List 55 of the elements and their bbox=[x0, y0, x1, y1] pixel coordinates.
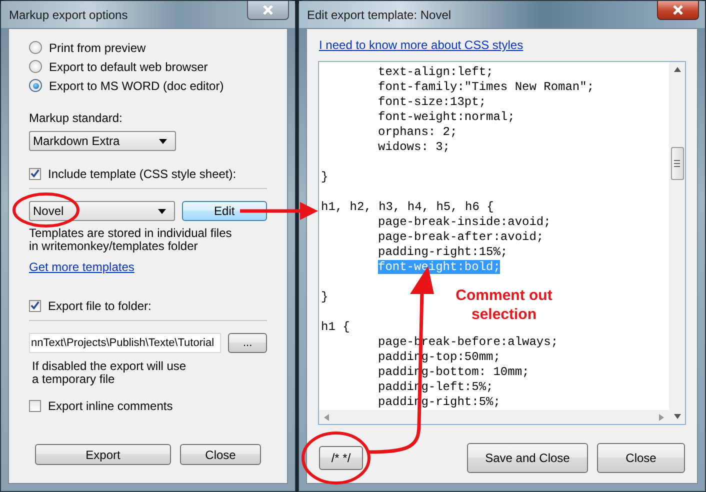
code-line: } bbox=[321, 290, 328, 304]
radio-label: Export to default web browser bbox=[49, 60, 208, 74]
code-line: h1 { bbox=[321, 320, 350, 334]
code-line: page-break-inside:avoid; bbox=[378, 215, 551, 229]
close-button[interactable] bbox=[657, 1, 699, 20]
checkbox[interactable] bbox=[29, 300, 41, 312]
radio-label: Export to MS WORD (doc editor) bbox=[49, 78, 224, 92]
markup-standard-dropdown[interactable]: Markdown Extra bbox=[29, 131, 176, 151]
caret-icon bbox=[159, 138, 167, 144]
code-line: orphans: 2; bbox=[378, 125, 458, 139]
code-line: font-weight:normal; bbox=[378, 110, 515, 124]
radio-button[interactable] bbox=[29, 79, 42, 92]
code-line: font-size:13pt; bbox=[378, 95, 486, 109]
browse-button[interactable]: ... bbox=[228, 333, 267, 353]
checkbox-label: Export file to folder: bbox=[48, 298, 152, 312]
close-button[interactable]: Close bbox=[180, 444, 261, 465]
folder-path-field[interactable]: nnText\Projects\Publish\Texte\Tutorial bbox=[29, 333, 222, 353]
checkbox[interactable] bbox=[29, 168, 41, 180]
scroll-down-icon[interactable] bbox=[674, 414, 680, 419]
radio-button[interactable] bbox=[29, 60, 42, 73]
callout-text: Comment out selection bbox=[454, 286, 554, 324]
css-help-link[interactable]: I need to know more about CSS styles bbox=[319, 38, 524, 52]
scroll-up-icon[interactable] bbox=[674, 67, 680, 72]
code-line: widows: 3; bbox=[378, 140, 450, 154]
export-button[interactable]: Export bbox=[35, 444, 171, 465]
window-title: Edit export template: Novel bbox=[307, 8, 452, 22]
more-templates-link[interactable]: Get more templates bbox=[29, 260, 134, 274]
checkbox-label: Include template (CSS style sheet): bbox=[48, 166, 236, 180]
code-editor[interactable] bbox=[318, 61, 686, 425]
radio-button[interactable] bbox=[29, 41, 42, 54]
window-title: Markup export options bbox=[9, 8, 128, 22]
caret-icon bbox=[158, 208, 166, 214]
save-and-close-button[interactable]: Save and Close bbox=[467, 443, 588, 473]
checkbox[interactable] bbox=[29, 400, 41, 412]
code-line: page-break-after:avoid; bbox=[378, 230, 544, 244]
template-dropdown[interactable]: Novel bbox=[29, 201, 175, 221]
code-line: h1, h2, h3, h4, h5, h6 { bbox=[321, 200, 494, 214]
close-icon bbox=[262, 5, 274, 15]
template-note: Templates are stored in individual files in writemonkey/templates folder bbox=[29, 227, 233, 253]
code-line: font-family:"Times New Roman"; bbox=[378, 80, 594, 94]
folder-note: If disabled the export will use a temporary file bbox=[32, 360, 188, 386]
close-button[interactable] bbox=[247, 1, 289, 20]
code-line: } bbox=[321, 170, 328, 184]
radio-label: Print from preview bbox=[49, 40, 146, 54]
highlight-ellipse bbox=[302, 432, 370, 484]
vertical-scrollbar[interactable] bbox=[669, 62, 685, 424]
close-button[interactable]: Close bbox=[597, 443, 685, 473]
checkbox-label: Export inline comments bbox=[48, 398, 173, 412]
markup-standard-label: Markup standard: bbox=[29, 111, 124, 125]
code-line: padding-right:15%; bbox=[378, 245, 508, 259]
close-icon bbox=[672, 5, 684, 15]
code-line: text-align:left; bbox=[378, 65, 494, 79]
edit-button[interactable]: Edit bbox=[182, 201, 267, 221]
highlight-ellipse bbox=[12, 192, 80, 228]
comment-button[interactable]: /* */ bbox=[319, 446, 363, 470]
